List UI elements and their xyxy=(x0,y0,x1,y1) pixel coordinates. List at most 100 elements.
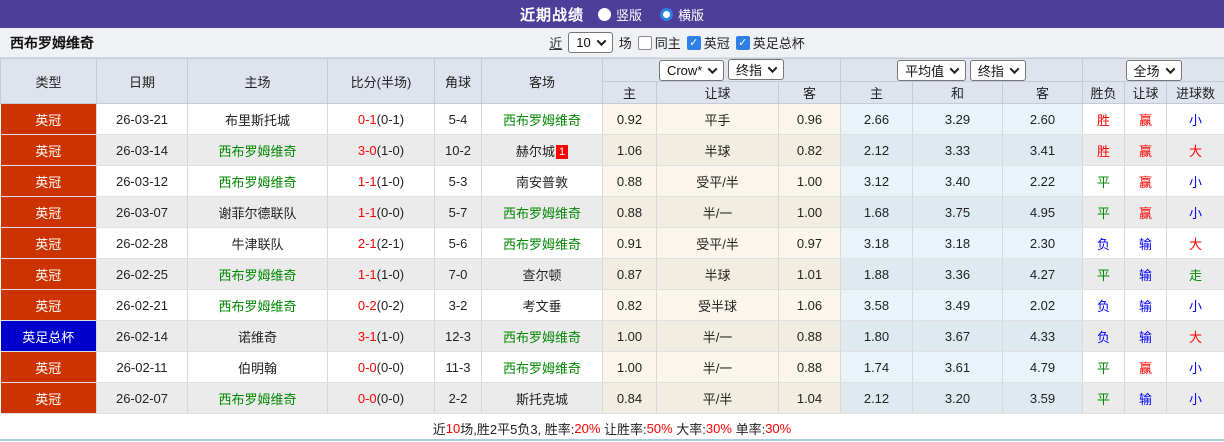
cell-avg-home: 3.18 xyxy=(841,228,913,259)
cell-handicap-result: 赢 xyxy=(1125,166,1167,197)
cell-odds-home: 1.06 xyxy=(603,135,657,166)
cell-odds-home: 1.00 xyxy=(603,352,657,383)
cell-avg-away: 2.30 xyxy=(1003,228,1083,259)
odds-type-select[interactable]: 终指 xyxy=(728,59,784,80)
cell-corner: 5-7 xyxy=(435,197,482,228)
match-count-value: 10 xyxy=(576,35,590,50)
cell-date: 26-02-28 xyxy=(97,228,188,259)
away-team-name: 西布罗姆维奇 xyxy=(503,361,581,376)
cell-odds-home: 0.88 xyxy=(603,197,657,228)
avg-select[interactable]: 平均值 xyxy=(897,60,966,81)
half-time-score: (1-0) xyxy=(377,143,404,158)
radio-vertical-layout[interactable]: 竖版 xyxy=(598,5,642,24)
same-home-label: 同主 xyxy=(655,33,681,52)
title-bar: 近期战绩 竖版 横版 xyxy=(0,0,1224,28)
sub-header-result: 胜负 xyxy=(1083,82,1125,104)
sub-header-handicap: 让球 xyxy=(657,82,779,104)
chevron-down-icon xyxy=(768,63,778,73)
table-row: 英冠26-03-21布里斯托城0-1(0-1)5-4西布罗姆维奇0.92平手0.… xyxy=(1,104,1224,135)
cell-odds-away: 0.82 xyxy=(779,135,841,166)
cell-goals: 大 xyxy=(1167,321,1224,352)
radio-horizontal-layout[interactable]: 横版 xyxy=(660,5,704,24)
cell-odds-away: 0.88 xyxy=(779,321,841,352)
avg-type-select[interactable]: 终指 xyxy=(970,60,1026,81)
footer-text: 大率: xyxy=(673,419,706,438)
cell-odds-home: 0.87 xyxy=(603,259,657,290)
cell-home-team: 西布罗姆维奇 xyxy=(188,290,328,321)
cell-avg-draw: 3.20 xyxy=(913,383,1003,414)
cell-home-team: 西布罗姆维奇 xyxy=(188,259,328,290)
cell-avg-draw: 3.36 xyxy=(913,259,1003,290)
checkbox-checked-icon: ✓ xyxy=(687,36,701,50)
cell-avg-home: 1.68 xyxy=(841,197,913,228)
checkbox-unchecked-icon xyxy=(638,36,652,50)
cell-corner: 10-2 xyxy=(435,135,482,166)
footer-handicap-rate: 50% xyxy=(647,421,673,436)
cell-odds-away: 1.01 xyxy=(779,259,841,290)
cell-result: 平 xyxy=(1083,383,1125,414)
cell-avg-home: 2.12 xyxy=(841,383,913,414)
footer-text: 场,胜2平5负3, 胜率: xyxy=(460,419,574,438)
red-card-badge: 1 xyxy=(556,145,568,159)
near-link[interactable]: 近 xyxy=(549,33,562,52)
odds-type-value: 终指 xyxy=(736,60,762,79)
cell-handicap: 半/一 xyxy=(657,197,779,228)
cell-goals: 小 xyxy=(1167,166,1224,197)
cell-score: 1-1(1-0) xyxy=(328,166,435,197)
sub-header-avg-away: 客 xyxy=(1003,82,1083,104)
cell-goals: 小 xyxy=(1167,197,1224,228)
cell-away-team: 西布罗姆维奇 xyxy=(482,104,603,135)
cell-avg-home: 2.66 xyxy=(841,104,913,135)
cell-goals: 大 xyxy=(1167,135,1224,166)
footer-big-rate: 30% xyxy=(706,421,732,436)
cell-corner: 3-2 xyxy=(435,290,482,321)
cell-date: 26-02-11 xyxy=(97,352,188,383)
cell-home-team: 牛津联队 xyxy=(188,228,328,259)
cell-corner: 7-0 xyxy=(435,259,482,290)
cell-score: 1-1(1-0) xyxy=(328,259,435,290)
cell-handicap: 半/一 xyxy=(657,352,779,383)
match-count-select[interactable]: 10 xyxy=(568,32,612,53)
cell-avg-away: 4.79 xyxy=(1003,352,1083,383)
cell-odds-away: 0.88 xyxy=(779,352,841,383)
cell-odds-home: 1.00 xyxy=(603,321,657,352)
table-row: 英冠26-03-14西布罗姆维奇3-0(1-0)10-2赫尔城11.06半球0.… xyxy=(1,135,1224,166)
cell-date: 26-03-21 xyxy=(97,104,188,135)
cup-checkbox-wrap[interactable]: ✓ 英足总杯 xyxy=(736,33,805,52)
cell-odds-away: 1.04 xyxy=(779,383,841,414)
league-checkbox-wrap[interactable]: ✓ 英冠 xyxy=(687,33,730,52)
cell-away-team: 赫尔城1 xyxy=(482,135,603,166)
scope-select[interactable]: 全场 xyxy=(1126,60,1182,81)
bookmaker-value: Crow* xyxy=(667,63,702,78)
half-time-score: (0-2) xyxy=(377,298,404,313)
cell-avg-home: 3.12 xyxy=(841,166,913,197)
cell-avg-draw: 3.75 xyxy=(913,197,1003,228)
same-home-checkbox-wrap[interactable]: 同主 xyxy=(638,33,681,52)
cell-date: 26-03-07 xyxy=(97,197,188,228)
half-time-score: (1-0) xyxy=(377,174,404,189)
table-header: 类型 日期 主场 比分(半场) 角球 客场 Crow* 终指 平均值 终指 全场 xyxy=(1,59,1224,104)
cell-handicap: 受半球 xyxy=(657,290,779,321)
sub-header-goals: 进球数 xyxy=(1167,82,1224,104)
cell-goals: 大 xyxy=(1167,228,1224,259)
cell-goals: 小 xyxy=(1167,383,1224,414)
cell-away-team: 查尔顿 xyxy=(482,259,603,290)
bookmaker-select[interactable]: Crow* xyxy=(659,60,724,81)
cell-odds-away: 1.00 xyxy=(779,197,841,228)
footer-text: 单率: xyxy=(732,419,765,438)
odds-controls-cell: Crow* 终指 xyxy=(603,59,841,82)
cell-handicap-result: 赢 xyxy=(1125,104,1167,135)
cell-handicap: 平手 xyxy=(657,104,779,135)
league-checkbox-label: 英冠 xyxy=(704,33,730,52)
avg-type-value: 终指 xyxy=(978,61,1004,80)
full-time-score: 0-2 xyxy=(358,298,377,313)
away-team-name: 考文垂 xyxy=(522,299,561,314)
cell-avg-home: 1.80 xyxy=(841,321,913,352)
cell-avg-away: 2.02 xyxy=(1003,290,1083,321)
half-time-score: (0-0) xyxy=(377,205,404,220)
radio-vertical-label: 竖版 xyxy=(616,5,642,24)
cell-avg-away: 2.60 xyxy=(1003,104,1083,135)
cell-league: 英冠 xyxy=(1,228,97,259)
full-time-score: 0-0 xyxy=(358,360,377,375)
cell-score: 0-1(0-1) xyxy=(328,104,435,135)
